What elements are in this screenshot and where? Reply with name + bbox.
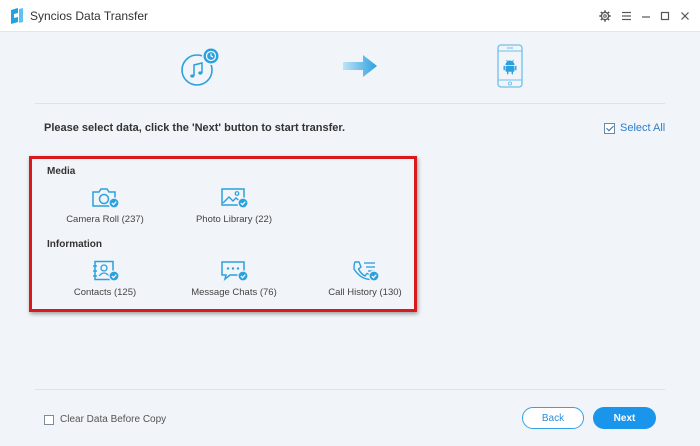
checkbox-checked-icon — [604, 122, 615, 134]
title-bar: Syncios Data Transfer — [0, 0, 700, 32]
data-item-contacts[interactable]: Contacts (125) — [45, 260, 165, 298]
android-phone-icon — [497, 44, 523, 88]
next-button[interactable]: Next — [593, 407, 656, 429]
data-item-message-chats[interactable]: Message Chats (76) — [174, 260, 294, 298]
footer-divider — [35, 389, 665, 390]
camera-icon — [92, 188, 119, 209]
section-label-information: Information — [47, 239, 102, 250]
menu-icon — [621, 11, 631, 21]
call-history-icon — [353, 261, 379, 282]
minimize-icon — [642, 16, 650, 18]
transfer-header — [0, 32, 700, 104]
data-item-photo-library[interactable]: Photo Library (22) — [174, 187, 294, 225]
message-chats-label: Message Chats (76) — [191, 287, 277, 298]
minimize-button[interactable] — [638, 8, 654, 24]
close-button[interactable] — [677, 8, 693, 24]
data-item-camera-roll[interactable]: Camera Roll (237) — [45, 187, 165, 225]
itunes-backup-icon — [181, 47, 220, 86]
clear-data-checkbox[interactable]: Clear Data Before Copy — [44, 414, 166, 425]
clear-data-label: Clear Data Before Copy — [60, 414, 167, 425]
maximize-button[interactable] — [657, 8, 673, 24]
section-label-media: Media — [47, 166, 76, 177]
close-icon — [681, 12, 689, 20]
photo-library-label: Photo Library (22) — [195, 214, 273, 225]
settings-button[interactable] — [597, 8, 613, 24]
photo-icon — [221, 188, 248, 209]
contacts-label: Contacts (125) — [73, 287, 137, 298]
arrow-right-icon — [343, 55, 377, 77]
instruction-text: Please select data, click the 'Next' but… — [44, 122, 346, 134]
syncios-logo-icon — [11, 8, 23, 24]
select-all-checkbox[interactable]: Select All — [604, 122, 665, 134]
call-history-label: Call History (130) — [328, 287, 402, 298]
back-button[interactable]: Back — [522, 407, 584, 429]
header-divider — [35, 103, 665, 104]
message-icon — [221, 261, 248, 282]
camera-roll-label: Camera Roll (237) — [66, 214, 144, 225]
maximize-icon — [660, 11, 670, 21]
menu-button[interactable] — [618, 8, 634, 24]
app-title: Syncios Data Transfer — [30, 9, 149, 23]
gear-icon — [599, 10, 611, 22]
contacts-icon — [93, 260, 119, 282]
checkbox-unchecked-icon — [44, 414, 54, 425]
data-item-call-history[interactable]: Call History (130) — [305, 260, 425, 298]
select-all-label: Select All — [620, 122, 666, 134]
